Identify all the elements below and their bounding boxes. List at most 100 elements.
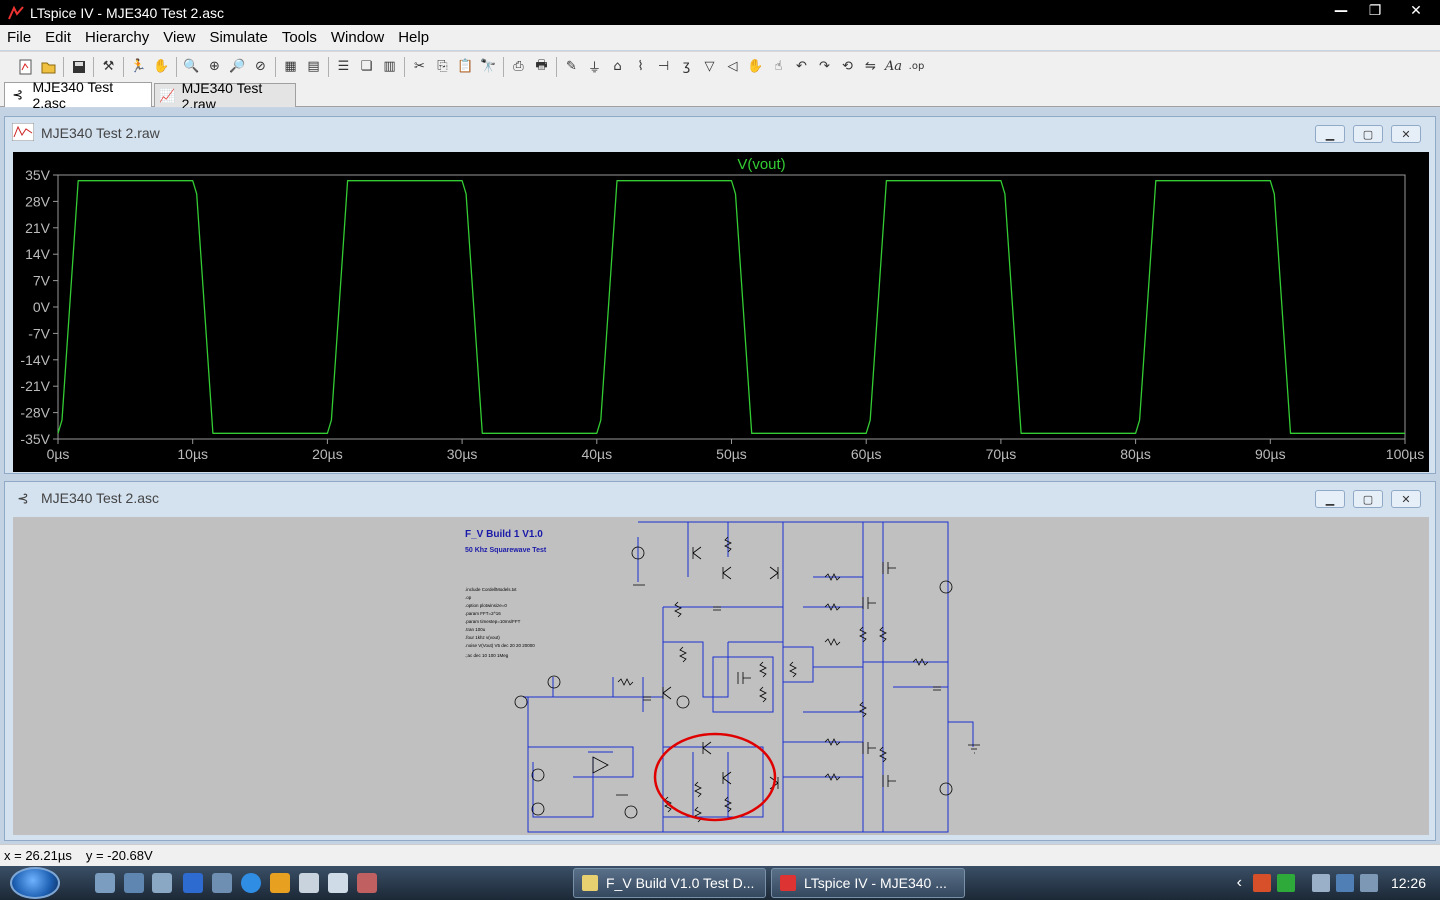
menu-hierarchy[interactable]: Hierarchy — [78, 29, 156, 46]
schematic-components — [514, 536, 980, 823]
internet-explorer-icon[interactable] — [241, 873, 261, 893]
label-net-icon[interactable]: ⌂ — [606, 56, 629, 78]
network-icon[interactable] — [1335, 874, 1354, 892]
title-bar: LTspice IV - MJE340 Test 2.asc — ❐ ✕ — [0, 0, 1440, 25]
quicklaunch-icon[interactable] — [328, 873, 348, 893]
quicklaunch-icon[interactable] — [357, 873, 377, 893]
print-setup-icon[interactable]: ⎙ — [507, 56, 530, 78]
trace-label: V(vout) — [737, 156, 785, 173]
waveform-icon — [11, 122, 35, 144]
print-icon[interactable]: 🖶 — [530, 56, 553, 78]
menu-window[interactable]: Window — [324, 29, 391, 46]
new-schematic-icon[interactable] — [14, 56, 37, 78]
menu-tools[interactable]: Tools — [275, 29, 324, 46]
menu-help[interactable]: Help — [391, 29, 436, 46]
quicklaunch-icon[interactable] — [212, 873, 232, 893]
open-icon[interactable] — [37, 56, 60, 78]
redo-icon[interactable]: ↷ — [813, 56, 836, 78]
tray-app-icon[interactable] — [1252, 874, 1271, 892]
tile-horizontal-icon[interactable]: ☰ — [332, 56, 355, 78]
maximize-button[interactable]: ▢ — [1353, 125, 1383, 143]
tray-app-icon[interactable] — [1276, 874, 1295, 892]
taskbar-item-document[interactable]: F_V Build V1.0 Test D... — [573, 868, 766, 898]
system-tray: ‹ 12:26 — [1237, 866, 1440, 900]
cascade-icon[interactable]: ❏ — [355, 56, 378, 78]
menu-simulate[interactable]: Simulate — [202, 29, 274, 46]
component-icon[interactable]: ◁ — [721, 56, 744, 78]
schematic-wires — [523, 521, 974, 833]
ground-icon[interactable]: ⏚ — [583, 56, 606, 78]
spice-directive-icon[interactable]: .op — [905, 56, 928, 78]
menu-edit[interactable]: Edit — [38, 29, 78, 46]
x-tick-label: 0µs — [47, 446, 70, 462]
y-tick-label: 35V — [25, 167, 51, 183]
restore-button[interactable]: ❐ — [1358, 0, 1392, 22]
quicklaunch-icon[interactable] — [152, 873, 172, 893]
pan-icon[interactable]: ⊕ — [203, 56, 226, 78]
task-label: F_V Build V1.0 Test D... — [606, 875, 755, 891]
text-icon[interactable]: Aa — [882, 56, 905, 78]
grid-icon[interactable]: ▤ — [302, 56, 325, 78]
quicklaunch-icon[interactable] — [299, 873, 319, 893]
volume-icon[interactable] — [1359, 874, 1378, 892]
ltspice-app-icon — [8, 5, 24, 21]
window-controls: — ❐ ✕ — [1324, 0, 1440, 22]
zoom-in-icon[interactable]: 🔍 — [180, 56, 203, 78]
undo-icon[interactable]: ↶ — [790, 56, 813, 78]
tray-power-icon[interactable] — [1311, 874, 1330, 892]
inductor-icon[interactable]: ʒ — [675, 56, 698, 78]
schematic-drawing[interactable]: F_V Build 1 V1.0 50 Khz Squarewave Test … — [13, 517, 1429, 835]
draw-wire-icon[interactable]: ✎ — [560, 56, 583, 78]
directive-line: .tran 100u — [465, 627, 486, 632]
rotate-icon[interactable]: ⟲ — [836, 56, 859, 78]
resistor-icon[interactable]: ⌇ — [629, 56, 652, 78]
waveform-chart[interactable]: V(vout) 35V 28V 21V 14V 7V 0V -7V -14V -21V -28V -3… — [13, 152, 1429, 472]
taskbar-clock[interactable]: 12:26 — [1391, 875, 1426, 891]
close-button[interactable]: ✕ — [1392, 0, 1440, 22]
menu-view[interactable]: View — [156, 29, 202, 46]
copy-icon[interactable]: ⎘ — [431, 56, 454, 78]
control-panel-icon[interactable]: ⚒ — [97, 56, 120, 78]
minimize-button[interactable]: ▁ — [1315, 490, 1345, 508]
close-button[interactable]: ✕ — [1391, 125, 1421, 143]
cut-icon[interactable]: ✂ — [408, 56, 431, 78]
capacitor-icon[interactable]: ⊣ — [652, 56, 675, 78]
show-desktop-icon[interactable] — [183, 873, 203, 893]
waveform-plot-pane[interactable]: V(vout) 35V 28V 21V 14V 7V 0V -7V -14V -21V -28V -3… — [13, 152, 1429, 472]
toolbar-separator — [63, 56, 64, 77]
minimize-button[interactable]: ▁ — [1315, 125, 1345, 143]
zoom-out-icon[interactable]: 🔎 — [226, 56, 249, 78]
tab-waveform[interactable]: 📈 MJE340 Test 2.raw — [154, 80, 296, 112]
schematic-heading: F_V Build 1 V1.0 — [465, 529, 543, 540]
run-icon[interactable]: 🏃 — [127, 56, 150, 78]
find-icon[interactable]: 🔭 — [477, 56, 500, 78]
document-icon — [582, 875, 598, 891]
taskbar-item-ltspice[interactable]: LTspice IV - MJE340 ... — [771, 868, 965, 898]
toolbar-separator — [404, 56, 405, 77]
autorange-icon[interactable]: ▦ — [279, 56, 302, 78]
x-tick-label: 50µs — [716, 446, 747, 462]
minimize-button[interactable]: — — [1324, 0, 1358, 22]
media-player-icon[interactable] — [270, 873, 290, 893]
halt-icon[interactable]: ✋ — [150, 56, 173, 78]
tile-vertical-icon[interactable]: ▥ — [378, 56, 401, 78]
schematic-canvas[interactable]: F_V Build 1 V1.0 50 Khz Squarewave Test … — [13, 517, 1429, 835]
save-icon[interactable] — [67, 56, 90, 78]
show-hidden-icons-icon[interactable]: ‹ — [1237, 874, 1242, 892]
close-button[interactable]: ✕ — [1391, 490, 1421, 508]
start-button[interactable] — [10, 867, 60, 899]
diode-icon[interactable]: ▽ — [698, 56, 721, 78]
maximize-button[interactable]: ▢ — [1353, 490, 1383, 508]
quicklaunch-icon[interactable] — [124, 873, 144, 893]
move-icon[interactable]: ✋ — [744, 56, 767, 78]
tab-schematic[interactable]: ⊰ MJE340 Test 2.asc — [4, 79, 152, 111]
mirror-icon[interactable]: ⇋ — [859, 56, 882, 78]
windows-taskbar: F_V Build V1.0 Test D... LTspice IV - MJ… — [0, 866, 1440, 900]
quicklaunch-icon[interactable] — [95, 873, 115, 893]
zoom-cancel-icon[interactable]: ⊘ — [249, 56, 272, 78]
x-tick-label: 20µs — [312, 446, 343, 462]
drag-icon[interactable]: ☝ — [767, 56, 790, 78]
paste-icon[interactable]: 📋 — [454, 56, 477, 78]
y-tick-label: -7V — [28, 325, 50, 341]
menu-file[interactable]: File — [0, 29, 38, 46]
